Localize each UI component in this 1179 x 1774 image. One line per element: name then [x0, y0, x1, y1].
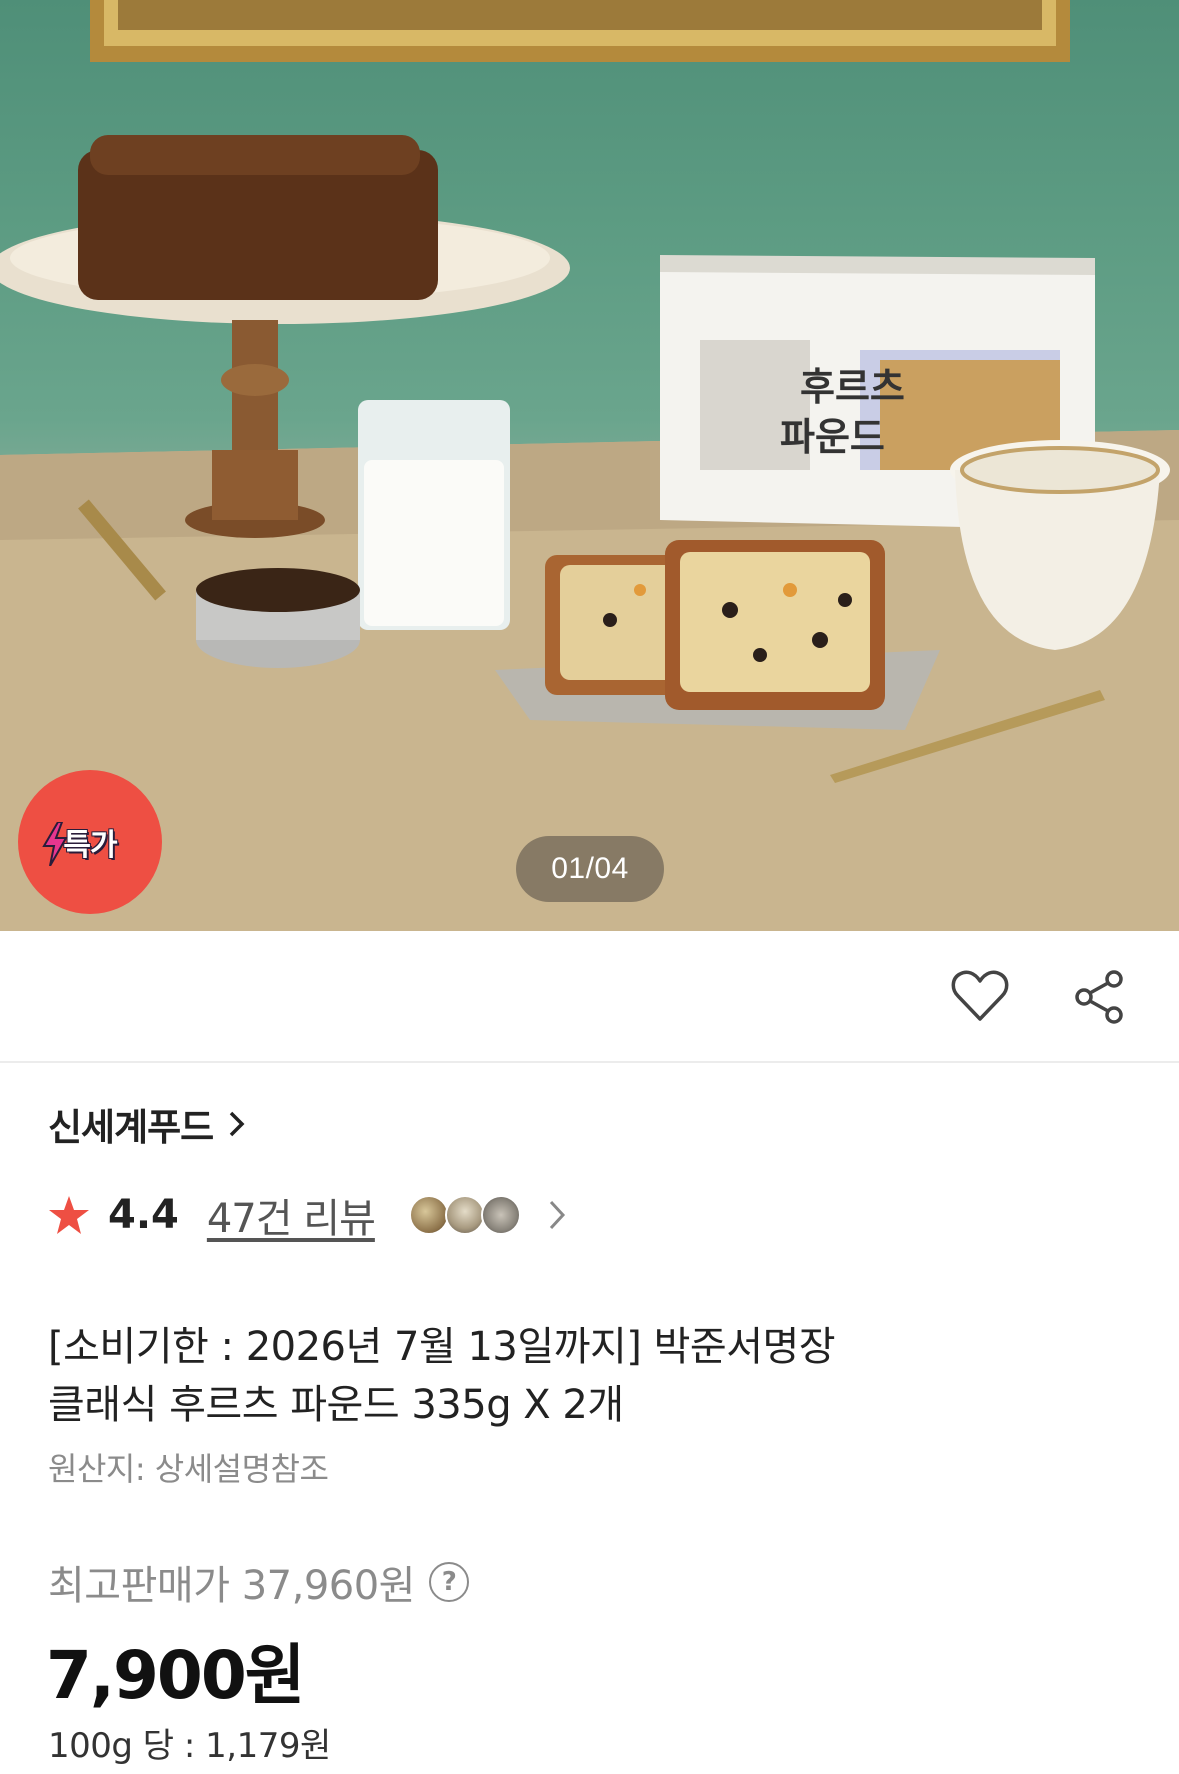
- share-button[interactable]: [1068, 965, 1132, 1029]
- special-deal-badge: 특가: [18, 770, 162, 914]
- rating-row[interactable]: 4.4 47건 리뷰: [48, 1190, 567, 1242]
- svg-text:파운드: 파운드: [780, 415, 885, 459]
- brand-name: 신세계푸드: [48, 1106, 214, 1149]
- image-counter: 01/04: [516, 836, 664, 902]
- origin-info: 원산지: 상세설명참조: [48, 1450, 329, 1488]
- deal-badge-label: 특가: [63, 828, 117, 863]
- lightning-icon: [42, 822, 68, 866]
- help-icon[interactable]: ?: [428, 1562, 469, 1602]
- product-photo: 후르츠 파운드: [0, 0, 1179, 931]
- review-thumbnail: [480, 1195, 521, 1235]
- product-title-line: [소비기한 : 2026년 7월 13일까지] 박준서명장: [48, 1324, 836, 1370]
- chevron-right-icon: [229, 1111, 245, 1137]
- chevron-right-icon: [549, 1200, 565, 1230]
- review-count-link[interactable]: 47건 리뷰: [207, 1186, 376, 1244]
- product-title: [소비기한 : 2026년 7월 13일까지] 박준서명장 클래식 후르츠 파운…: [48, 1318, 1138, 1434]
- brand-link[interactable]: 신세계푸드: [48, 1097, 247, 1151]
- heart-icon: [951, 970, 1009, 1021]
- original-price: 최고판매가 37,960원 ?: [48, 1553, 469, 1611]
- product-detail-page: 후르츠 파운드 특가 01/04 신세계푸드 4.4 47건 리뷰 [소비기한 …: [0, 0, 1179, 1774]
- review-photo-thumbnails[interactable]: [408, 1195, 521, 1235]
- svg-text:후르츠: 후르츠: [800, 365, 905, 409]
- review-thumbnail: [408, 1195, 449, 1235]
- sale-price: 7,900원: [46, 1637, 305, 1714]
- rating-value: 4.4: [108, 1192, 179, 1238]
- star-icon: [49, 1196, 89, 1234]
- original-price-label: 최고판매가 37,960원: [48, 1563, 415, 1609]
- review-thumbnail: [444, 1195, 485, 1235]
- product-image-carousel[interactable]: 후르츠 파운드 특가 01/04: [0, 0, 1179, 931]
- action-bar: [0, 931, 1179, 1063]
- share-icon: [1075, 970, 1123, 1024]
- product-title-line: 클래식 후르츠 파운드 335g X 2개: [48, 1382, 624, 1428]
- unit-price: 100g 당 : 1,179원: [48, 1726, 331, 1766]
- like-button[interactable]: [948, 965, 1012, 1029]
